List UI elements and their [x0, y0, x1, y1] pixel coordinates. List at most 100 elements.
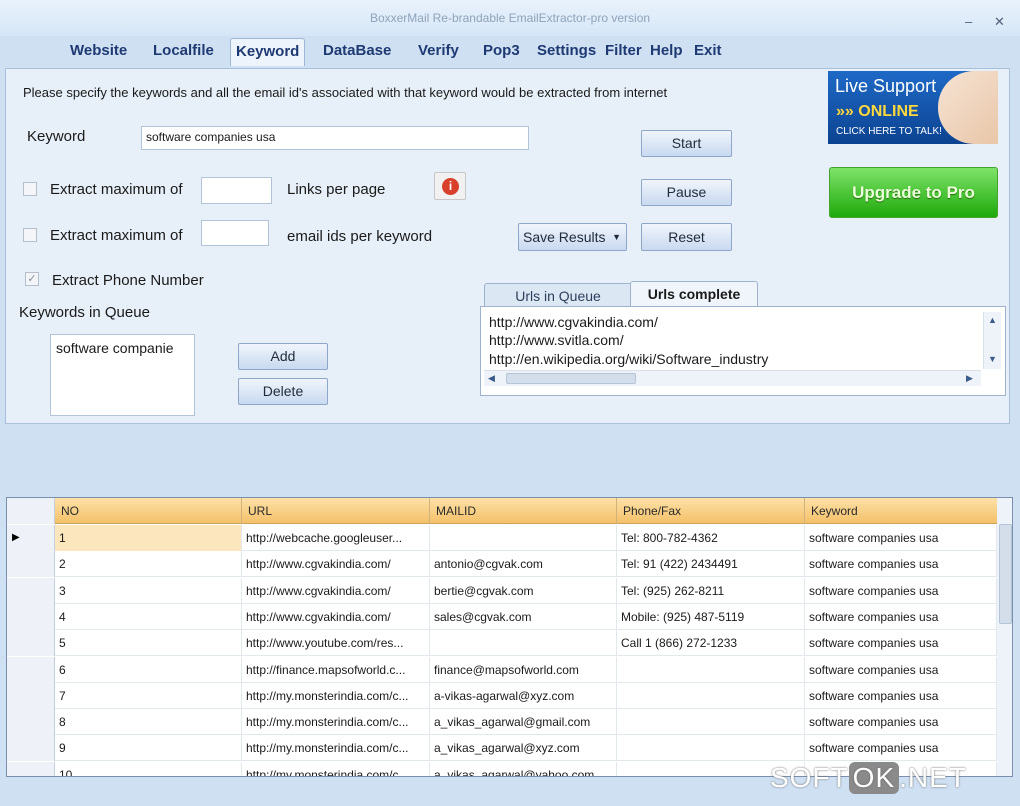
url-item[interactable]: http://www.cgvakindia.com/ — [489, 314, 658, 330]
menu-exit[interactable]: Exit — [694, 42, 722, 59]
cell-no[interactable]: 3 — [55, 577, 242, 604]
live-support-banner[interactable]: Live Support »» ONLINE CLICK HERE TO TAL… — [828, 71, 998, 144]
cell-keyword[interactable]: software companies usa — [805, 682, 997, 709]
row-header[interactable] — [7, 735, 55, 762]
cell-url[interactable]: http://webcache.googleuser... — [242, 525, 430, 551]
cell-keyword[interactable]: software companies usa — [805, 551, 997, 578]
menu-database[interactable]: DataBase — [323, 42, 391, 59]
cell-no[interactable]: 9 — [55, 735, 242, 762]
row-header[interactable] — [7, 656, 55, 683]
cell-url[interactable]: http://www.cgvakindia.com/ — [242, 603, 430, 630]
row-header[interactable] — [7, 577, 55, 604]
cell-no[interactable]: 4 — [55, 603, 242, 630]
table-row[interactable]: ▶ 1 http://webcache.googleuser... Tel: 800-… — [7, 525, 997, 551]
reset-button[interactable]: Reset — [641, 223, 732, 251]
cell-phone[interactable] — [617, 656, 805, 683]
menu-keyword[interactable]: Keyword — [230, 38, 306, 66]
cell-mailid[interactable]: a_vikas_agarwal@yahoo.com — [430, 761, 617, 776]
close-button[interactable]: ✕ — [994, 14, 1005, 30]
links-per-page-input[interactable] — [201, 177, 272, 204]
info-icon[interactable]: i — [434, 172, 466, 200]
cell-keyword[interactable]: software companies usa — [805, 630, 997, 657]
cell-url[interactable]: http://www.youtube.com/res... — [242, 630, 430, 657]
menu-verify[interactable]: Verify — [418, 42, 459, 59]
minimize-button[interactable]: – — [965, 14, 972, 29]
keywords-queue-list[interactable]: software companie — [50, 334, 195, 416]
column-header-keyword[interactable]: Keyword — [805, 498, 997, 524]
table-row[interactable]: 4 http://www.cgvakindia.com/sales@cgvak.c… — [7, 603, 997, 630]
row-header[interactable]: ▶ — [7, 525, 55, 551]
tab-urls-complete[interactable]: Urls complete — [630, 281, 758, 307]
cell-no[interactable]: 2 — [55, 551, 242, 578]
urls-vertical-scrollbar[interactable]: ▲ ▼ — [983, 312, 1001, 369]
start-button[interactable]: Start — [641, 130, 732, 157]
cell-url[interactable]: http://my.monsterindia.com/c... — [242, 682, 430, 709]
table-row[interactable]: 3 http://www.cgvakindia.com/bertie@cgvak.… — [7, 577, 997, 604]
table-scroll-thumb[interactable] — [999, 524, 1012, 624]
cell-mailid[interactable]: finance@mapsofworld.com — [430, 656, 617, 683]
cell-mailid[interactable]: antonio@cgvak.com — [430, 551, 617, 578]
cell-url[interactable]: http://my.monsterindia.com/c... — [242, 735, 430, 762]
cell-phone[interactable] — [617, 735, 805, 762]
urls-horizontal-scrollbar[interactable]: ◀ ▶ — [484, 370, 981, 386]
cell-url[interactable]: http://www.cgvakindia.com/ — [242, 551, 430, 578]
url-item[interactable]: http://www.svitla.com/ — [489, 332, 624, 348]
cell-mailid[interactable] — [430, 525, 617, 551]
cell-mailid[interactable]: a_vikas_agarwal@xyz.com — [430, 735, 617, 762]
scroll-left-icon[interactable]: ◀ — [488, 373, 495, 384]
column-header-mailid[interactable]: MAILID — [430, 498, 617, 524]
tab-urls-in-queue[interactable]: Urls in Queue — [484, 283, 632, 307]
emails-per-keyword-input[interactable] — [201, 220, 269, 246]
upgrade-button[interactable]: Upgrade to Pro — [829, 167, 998, 218]
cell-keyword[interactable]: software companies usa — [805, 525, 997, 551]
cell-url[interactable]: http://my.monsterindia.com/c... — [242, 761, 430, 776]
cell-mailid[interactable]: sales@cgvak.com — [430, 603, 617, 630]
cell-no[interactable]: 7 — [55, 682, 242, 709]
menu-website[interactable]: Website — [70, 42, 127, 59]
cell-url[interactable]: http://my.monsterindia.com/c... — [242, 709, 430, 736]
cell-phone[interactable]: Mobile: (925) 487-5119 — [617, 603, 805, 630]
cell-phone[interactable]: Call 1 (866) 272-1233 — [617, 630, 805, 657]
menu-filter[interactable]: Filter — [605, 42, 642, 59]
table-vertical-scrollbar[interactable] — [997, 498, 1012, 776]
table-row[interactable]: 9 http://my.monsterindia.com/c... a_vikas_… — [7, 735, 997, 762]
scroll-right-icon[interactable]: ▶ — [966, 373, 973, 384]
cell-mailid[interactable] — [430, 630, 617, 657]
scroll-up-icon[interactable]: ▲ — [988, 315, 997, 325]
cell-phone[interactable] — [617, 709, 805, 736]
row-header[interactable] — [7, 709, 55, 736]
table-row[interactable]: 8 http://my.monsterindia.com/c... a_vikas_… — [7, 709, 997, 736]
row-header[interactable] — [7, 682, 55, 709]
cell-no[interactable]: 8 — [55, 709, 242, 736]
queue-item[interactable]: software companie — [56, 340, 189, 356]
extract-phone-checkbox[interactable]: ✓ — [25, 272, 39, 286]
cell-mailid[interactable]: a-vikas-agarwal@xyz.com — [430, 682, 617, 709]
keyword-input[interactable]: software companies usa — [141, 126, 529, 150]
pause-button[interactable]: Pause — [641, 179, 732, 206]
cell-no[interactable]: 1 — [55, 525, 242, 551]
row-header[interactable] — [7, 603, 55, 630]
scroll-down-icon[interactable]: ▼ — [988, 354, 997, 364]
column-header-url[interactable]: URL — [242, 498, 430, 524]
column-header-phone[interactable]: Phone/Fax — [617, 498, 805, 524]
menu-help[interactable]: Help — [650, 42, 683, 59]
cell-url[interactable]: http://finance.mapsofworld.c... — [242, 656, 430, 683]
add-button[interactable]: Add — [238, 343, 328, 370]
cell-phone[interactable]: Tel: 800-782-4362 — [617, 525, 805, 551]
scroll-thumb[interactable] — [506, 373, 636, 384]
table-row[interactable]: 5 http://www.youtube.com/res... Call 1 (86… — [7, 630, 997, 657]
extract-links-checkbox[interactable] — [23, 182, 37, 196]
cell-no[interactable]: 10 — [55, 761, 242, 776]
cell-keyword[interactable]: software companies usa — [805, 577, 997, 604]
cell-phone[interactable]: Tel: 91 (422) 2434491 — [617, 551, 805, 578]
menu-pop3[interactable]: Pop3 — [483, 42, 520, 59]
cell-keyword[interactable]: software companies usa — [805, 603, 997, 630]
cell-keyword[interactable]: software companies usa — [805, 735, 997, 762]
select-all-corner[interactable] — [7, 498, 55, 524]
cell-phone[interactable] — [617, 682, 805, 709]
save-results-button[interactable]: Save Results ▼ — [518, 223, 627, 251]
table-row[interactable]: 6 http://finance.mapsofworld.c... finance@… — [7, 656, 997, 683]
delete-button[interactable]: Delete — [238, 378, 328, 405]
results-table[interactable]: NO URL MAILID Phone/Fax Keyword ▶ 1 http:/… — [6, 497, 1013, 777]
table-row[interactable]: 7 http://my.monsterindia.com/c... a-vikas-… — [7, 682, 997, 709]
